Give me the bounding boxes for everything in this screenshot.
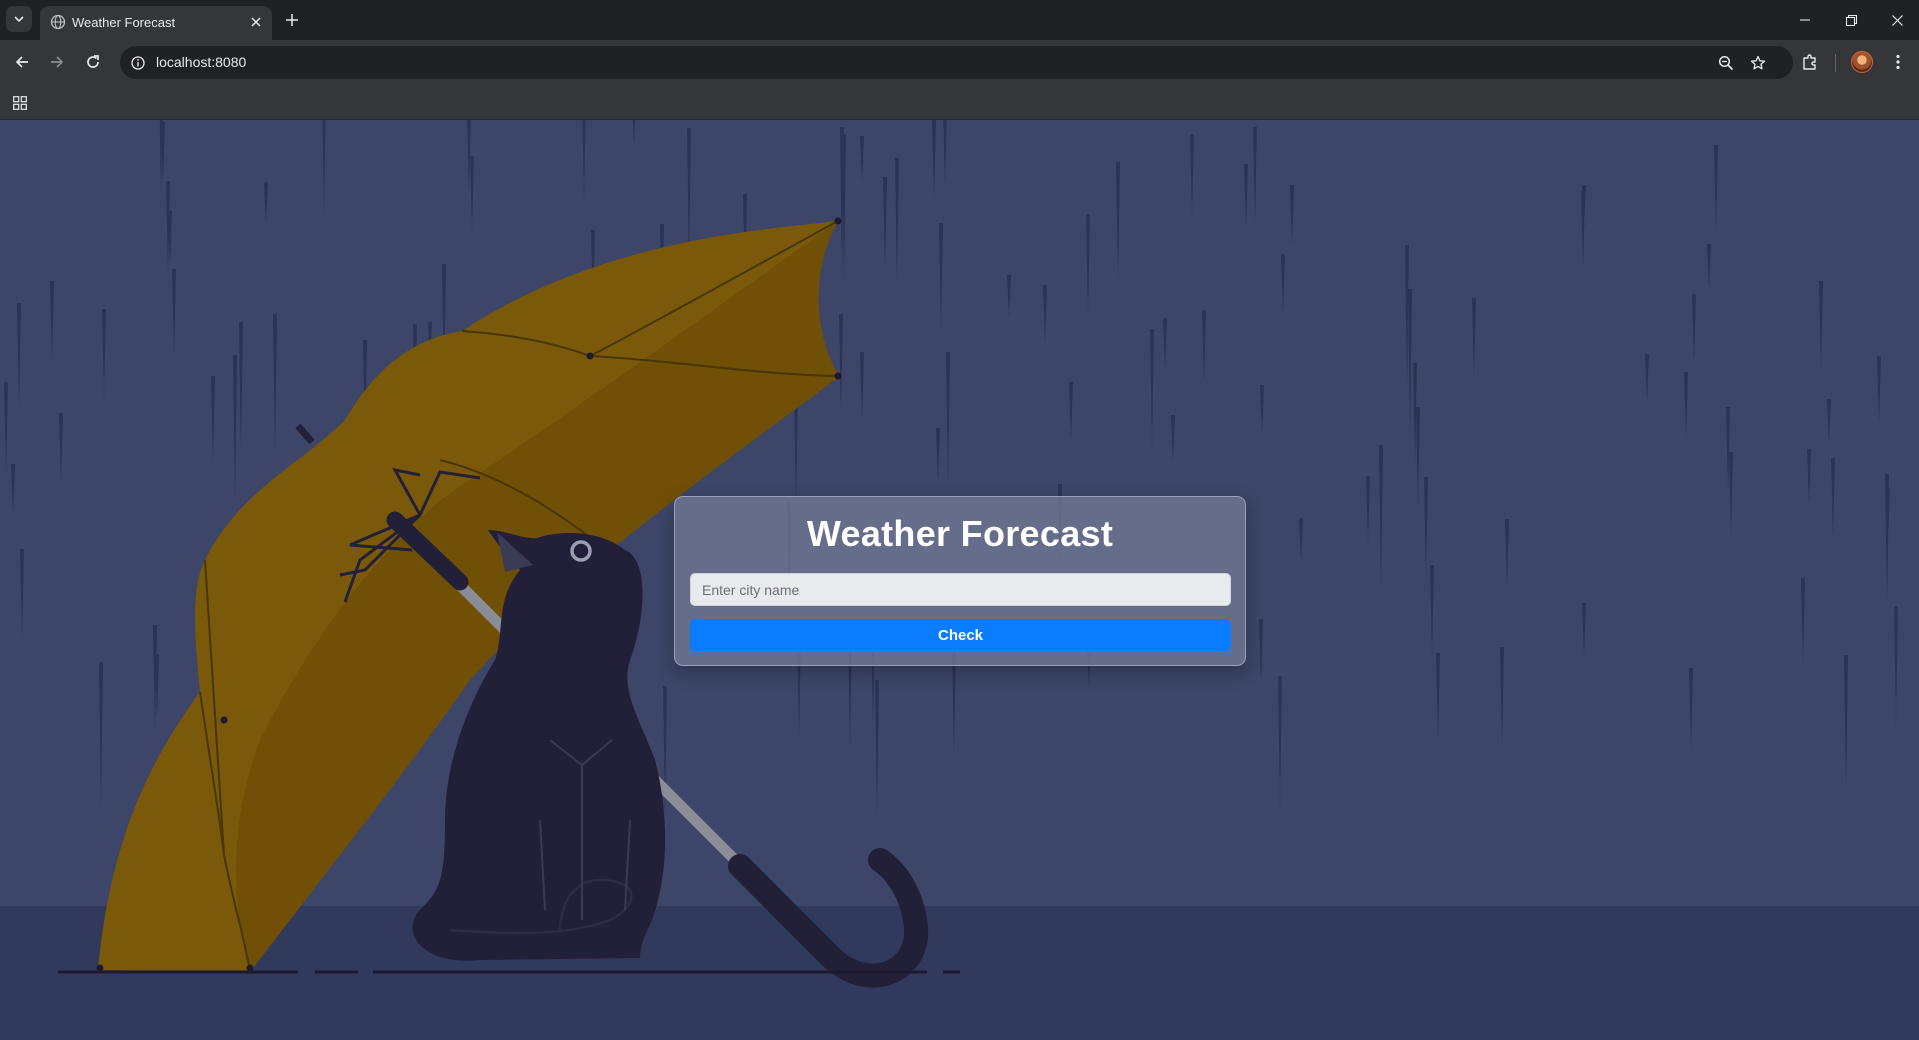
extensions-icon xyxy=(1803,54,1816,70)
profile-avatar-button[interactable] xyxy=(1848,48,1876,76)
zoom-button[interactable] xyxy=(1715,52,1737,74)
bookmark-star-button[interactable] xyxy=(1747,52,1769,74)
bookmarks-bar xyxy=(0,85,1919,120)
apps-button[interactable] xyxy=(10,93,30,113)
browser-toolbar: localhost:8080 xyxy=(0,40,1919,85)
back-button[interactable] xyxy=(8,48,36,76)
city-input[interactable] xyxy=(690,573,1231,606)
kebab-menu-icon xyxy=(1896,54,1900,70)
info-icon xyxy=(131,56,145,70)
reload-button[interactable] xyxy=(79,48,107,76)
browser-window: Weather Forecast localhost:8080 Weather … xyxy=(0,0,1919,1040)
minimize-icon xyxy=(1800,19,1810,21)
tab-title: Weather Forecast xyxy=(72,15,176,30)
tab-weather-forecast[interactable]: Weather Forecast xyxy=(40,6,272,40)
avatar xyxy=(1851,51,1873,73)
weather-card: Weather Forecast Check xyxy=(674,496,1246,666)
apps-grid-icon xyxy=(13,96,27,110)
url-text: localhost:8080 xyxy=(156,54,247,70)
close-icon xyxy=(1891,14,1903,26)
check-button[interactable]: Check xyxy=(690,619,1231,651)
globe-icon xyxy=(50,14,66,30)
restore-button[interactable] xyxy=(1828,0,1874,40)
address-bar[interactable]: localhost:8080 xyxy=(120,46,1793,79)
forward-arrow-icon xyxy=(51,56,64,68)
toolbar-separator xyxy=(1835,54,1836,72)
back-arrow-icon xyxy=(15,56,28,68)
reload-icon xyxy=(87,55,99,68)
plus-icon xyxy=(286,14,298,26)
site-info-button[interactable] xyxy=(128,53,148,73)
close-icon xyxy=(251,17,261,27)
tab-search-button[interactable] xyxy=(6,6,32,32)
tab-strip: Weather Forecast xyxy=(0,0,1919,40)
forward-button[interactable] xyxy=(43,48,71,76)
star-icon xyxy=(1750,55,1766,70)
page-viewport: Weather Forecast Check xyxy=(0,120,1919,1040)
page-title: Weather Forecast xyxy=(806,513,1114,554)
tab-close-button[interactable] xyxy=(246,12,266,32)
restore-icon xyxy=(1845,14,1857,26)
zoom-icon xyxy=(1718,55,1734,71)
window-close-button[interactable] xyxy=(1874,0,1919,40)
browser-menu-button[interactable] xyxy=(1884,48,1912,76)
tab-search-icon xyxy=(14,16,24,23)
minimize-button[interactable] xyxy=(1782,0,1828,40)
extensions-button[interactable] xyxy=(1796,48,1824,76)
new-tab-button[interactable] xyxy=(280,8,304,32)
